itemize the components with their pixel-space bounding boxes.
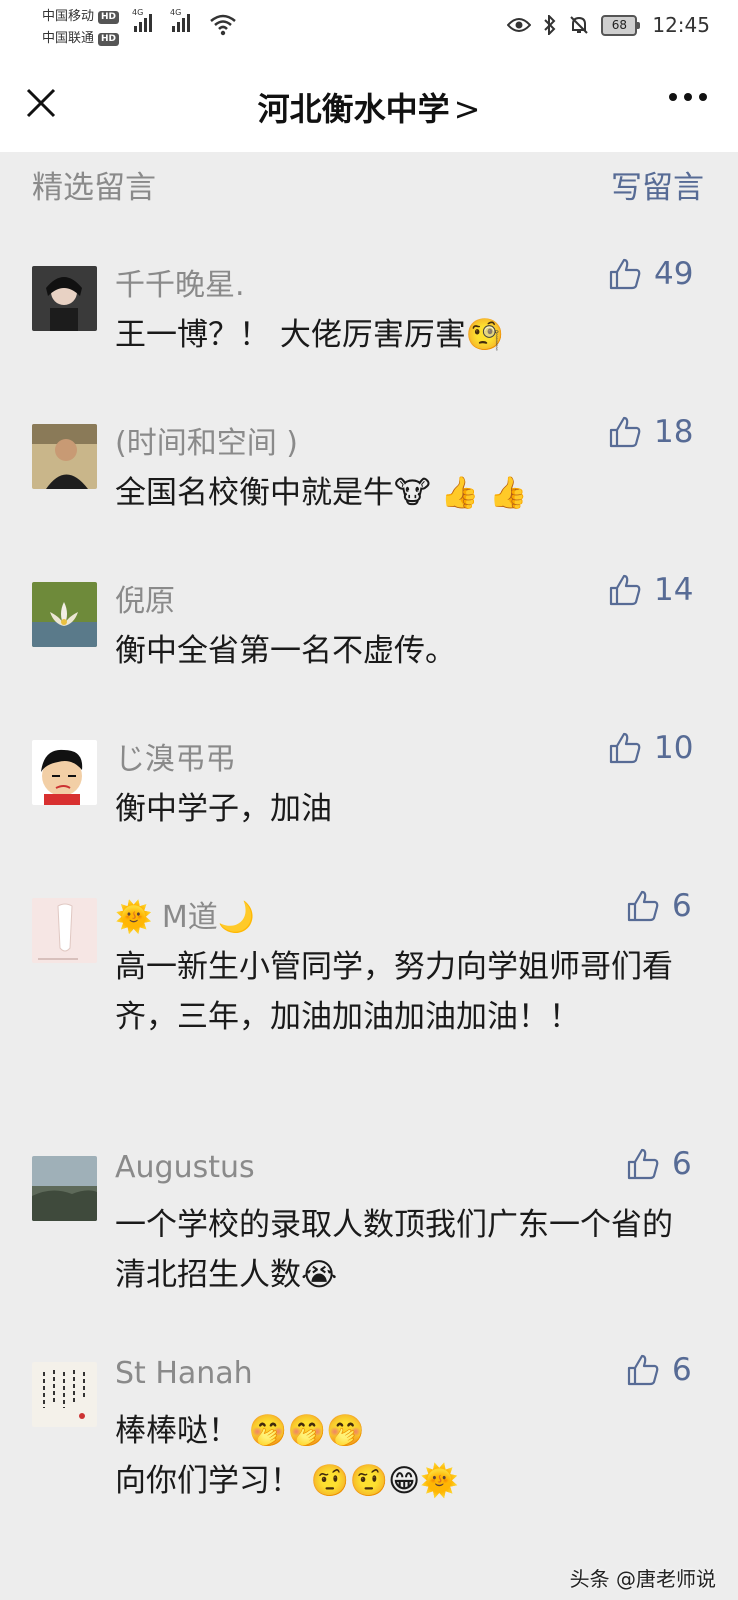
commenter-name[interactable]: じ溴弔弔 <box>115 734 235 778</box>
avatar[interactable] <box>32 424 97 489</box>
watermark: 头条 @唐老师说 <box>569 1567 716 1591</box>
thumbs-up-icon <box>627 1354 659 1386</box>
thumbs-up-icon <box>609 258 641 290</box>
comments-header: 精选留言 写留言 <box>0 152 738 212</box>
hd-badge: HD <box>98 10 120 24</box>
like-button[interactable]: 49 <box>608 256 693 292</box>
wifi-icon <box>210 14 236 36</box>
write-comment-button[interactable]: 写留言 <box>611 162 704 207</box>
battery-icon: 68 <box>601 14 641 36</box>
mute-bell-icon <box>570 16 589 34</box>
like-count: 6 <box>672 1146 692 1182</box>
avatar[interactable] <box>32 898 97 963</box>
like-button[interactable]: 14 <box>608 572 693 608</box>
status-bar: 中国移动 HD 中国联通 HD 4G 4G 68 12:45 <box>0 0 738 58</box>
like-button[interactable]: 10 <box>608 730 693 766</box>
commenter-name[interactable]: 🌞 M道🌙 <box>115 892 255 936</box>
avatar[interactable] <box>32 1156 97 1221</box>
like-count: 6 <box>672 888 692 924</box>
nav-bar: 河北衡水中学 > <box>0 58 738 152</box>
thumbs-up-icon <box>609 416 641 448</box>
comment-text: 衡中全省第一名不虚传。 <box>115 633 456 669</box>
like-button[interactable]: 6 <box>626 888 692 924</box>
commenter-name[interactable]: St Hanah <box>115 1356 253 1391</box>
comment-text: 衡中学子，加油 <box>115 791 332 827</box>
clock: 12:45 <box>652 13 710 37</box>
thumbs-up-icon <box>627 1148 659 1180</box>
chevron-right-icon: > <box>453 90 481 128</box>
thumbs-up-icon <box>609 732 641 764</box>
avatar[interactable] <box>32 1362 97 1427</box>
avatar[interactable] <box>32 740 97 805</box>
avatar[interactable] <box>32 266 97 331</box>
comment-text: 棒棒哒！ 🤭🤭🤭 向你们学习！ 🤨🤨😁🌞 <box>115 1413 459 1499</box>
signal-1-icon: 4G <box>132 8 152 32</box>
thumbs-up-icon <box>627 890 659 922</box>
thumbs-up-icon <box>609 574 641 606</box>
commenter-name[interactable]: 倪原 <box>115 576 175 620</box>
bluetooth-icon <box>544 15 556 35</box>
signal-2-icon: 4G <box>170 8 190 32</box>
commenter-name[interactable]: 千千晚星. <box>115 260 245 304</box>
like-count: 49 <box>654 256 694 292</box>
carrier-2: 中国联通 <box>42 31 95 46</box>
comment-text: 一个学校的录取人数顶我们广东一个省的清北招生人数😭 <box>115 1207 673 1293</box>
comment-text: 高一新生小管同学，努力向学姐师哥们看齐，三年，加油加油加油加油！！ <box>115 949 673 1035</box>
hd-badge: HD <box>98 32 120 46</box>
like-count: 6 <box>672 1352 692 1388</box>
like-button[interactable]: 18 <box>608 414 693 450</box>
like-button[interactable]: 6 <box>626 1146 692 1182</box>
comment-text: 王一博？！ 大佬厉害厉害🧐 <box>115 317 505 353</box>
like-count: 14 <box>654 572 694 608</box>
eye-icon <box>507 18 532 32</box>
commenter-name[interactable]: Augustus <box>115 1150 255 1185</box>
like-count: 10 <box>654 730 694 766</box>
commenter-name[interactable]: (时间和空间 ) <box>115 418 298 462</box>
like-count: 18 <box>654 414 694 450</box>
carrier-info: 中国移动 HD 中国联通 HD <box>42 6 120 50</box>
featured-comments-title: 精选留言 <box>32 170 156 206</box>
more-icon[interactable] <box>668 92 708 102</box>
page-title[interactable]: 河北衡水中学 > <box>0 84 738 130</box>
carrier-1: 中国移动 <box>42 9 95 24</box>
like-button[interactable]: 6 <box>626 1352 692 1388</box>
comment-text: 全国名校衡中就是牛🐮 👍 👍 <box>115 475 528 511</box>
avatar[interactable] <box>32 582 97 647</box>
